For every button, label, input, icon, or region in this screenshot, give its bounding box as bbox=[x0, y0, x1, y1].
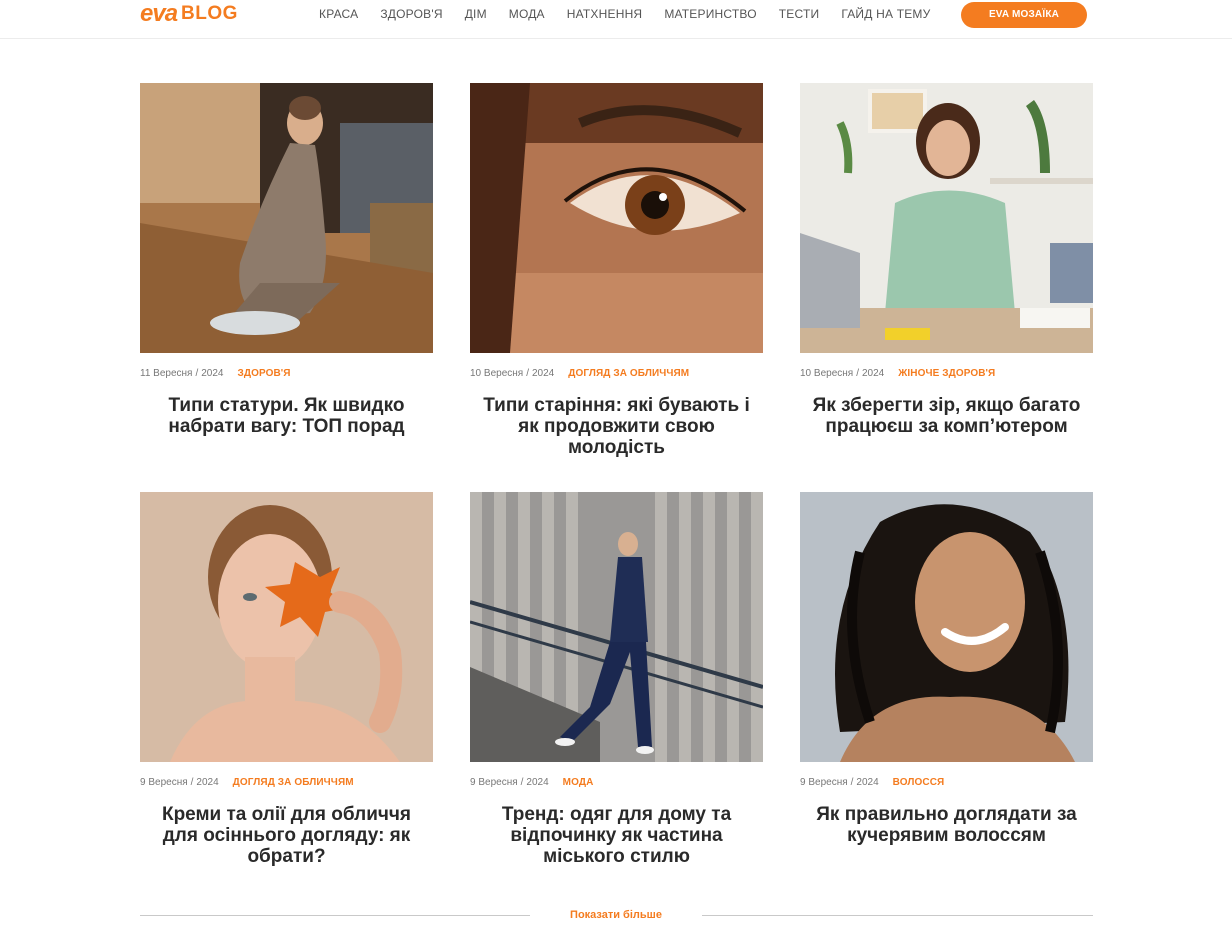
article-image-link[interactable] bbox=[470, 492, 763, 762]
article-category-link[interactable]: ДОГЛЯД ЗА ОБЛИЧЧЯМ bbox=[568, 368, 689, 380]
article-year: 2024 bbox=[531, 368, 555, 379]
logo-suffix: BLOG bbox=[181, 3, 238, 24]
site-logo[interactable]: eva BLOG bbox=[140, 1, 238, 27]
article-card: 9 Вересня/2024 ВОЛОССЯ Як правильно догл… bbox=[800, 492, 1093, 846]
site-header: eva BLOG КРАСА ЗДОРОВ'Я ДІМ МОДА НАТХНЕН… bbox=[0, 0, 1232, 39]
nav-item-materynstvo[interactable]: МАТЕРИНСТВО bbox=[664, 6, 756, 22]
divider-left bbox=[140, 915, 530, 916]
article-date: 11 Вересня bbox=[140, 368, 193, 379]
date-separator: / bbox=[856, 368, 859, 379]
article-date: 9 Вересня bbox=[470, 777, 518, 788]
article-year: 2024 bbox=[856, 777, 879, 788]
article-category-link[interactable]: ЗДОРОВ'Я bbox=[237, 368, 290, 380]
logo-brand-text: eva bbox=[140, 0, 178, 27]
load-more-row: Показати більше bbox=[140, 904, 1093, 926]
woman-at-desk-photo bbox=[800, 83, 1093, 353]
article-card: 10 Вересня/2024 ЖІНОЧЕ ЗДОРОВ'Я Як збере… bbox=[800, 83, 1093, 437]
date-separator: / bbox=[195, 368, 199, 379]
date-separator: / bbox=[190, 777, 194, 788]
article-card: 9 Вересня/2024 ДОГЛЯД ЗА ОБЛИЧЧЯМ Креми … bbox=[140, 492, 433, 867]
article-image-link[interactable] bbox=[470, 83, 763, 353]
nav-item-testy[interactable]: ТЕСТИ bbox=[779, 6, 820, 22]
article-image-link[interactable] bbox=[140, 492, 433, 762]
woman-on-scale-photo bbox=[140, 83, 433, 353]
article-image-link[interactable] bbox=[140, 83, 433, 353]
nav-item-dim[interactable]: ДІМ bbox=[465, 6, 487, 22]
article-year: 2024 bbox=[201, 368, 224, 379]
article-image-link[interactable] bbox=[800, 492, 1093, 762]
divider-right bbox=[702, 915, 1093, 916]
article-category-link[interactable]: ЖІНОЧЕ ЗДОРОВ'Я bbox=[898, 368, 995, 380]
article-meta: 9 Вересня/2024 ДОГЛЯД ЗА ОБЛИЧЧЯМ bbox=[140, 777, 433, 789]
article-title-link[interactable]: Як правильно доглядати за кучерявим воло… bbox=[800, 804, 1093, 846]
article-category-link[interactable]: МОДА bbox=[563, 777, 594, 789]
main-nav: КРАСА ЗДОРОВ'Я ДІМ МОДА НАТХНЕННЯ МАТЕРИ… bbox=[319, 6, 952, 22]
load-more-button[interactable]: Показати більше bbox=[540, 908, 692, 922]
woman-with-leaf-photo bbox=[140, 492, 433, 762]
date-separator: / bbox=[526, 368, 529, 379]
eva-mozaika-button[interactable]: EVA МОЗАЇКА bbox=[961, 2, 1087, 28]
nav-item-haid[interactable]: ГАЙД НА ТЕМУ bbox=[841, 6, 930, 22]
article-meta: 9 Вересня/2024 МОДА bbox=[470, 777, 763, 789]
nav-item-krasa[interactable]: КРАСА bbox=[319, 6, 358, 22]
nav-item-moda[interactable]: МОДА bbox=[509, 6, 545, 22]
eye-closeup-photo bbox=[470, 83, 763, 353]
article-year: 2024 bbox=[526, 777, 549, 788]
article-title-link[interactable]: Типи статури. Як швидко набрати вагу: ТО… bbox=[140, 395, 433, 437]
article-title-link[interactable]: Креми та олії для обличчя для осіннього … bbox=[140, 804, 433, 867]
article-year: 2024 bbox=[861, 368, 885, 379]
article-meta: 10 Вересня/2024 ЖІНОЧЕ ЗДОРОВ'Я bbox=[800, 368, 1093, 380]
article-category-link[interactable]: ДОГЛЯД ЗА ОБЛИЧЧЯМ bbox=[233, 777, 354, 789]
article-card: 9 Вересня/2024 МОДА Тренд: одяг для дому… bbox=[470, 492, 763, 867]
curly-hair-woman-photo bbox=[800, 492, 1093, 762]
article-card: 10 Вересня/2024 ДОГЛЯД ЗА ОБЛИЧЧЯМ Типи … bbox=[470, 83, 763, 458]
nav-item-zdorovia[interactable]: ЗДОРОВ'Я bbox=[380, 6, 442, 22]
article-image-link[interactable] bbox=[800, 83, 1093, 353]
article-title-link[interactable]: Як зберегти зір, якщо багато працюєш за … bbox=[800, 395, 1093, 437]
article-category-link[interactable]: ВОЛОССЯ bbox=[893, 777, 945, 789]
woman-on-stairs-photo bbox=[470, 492, 763, 762]
date-separator: / bbox=[520, 777, 524, 788]
article-meta: 11 Вересня/2024 ЗДОРОВ'Я bbox=[140, 368, 433, 380]
article-title-link[interactable]: Типи старіння: які бувають і як продовжи… bbox=[470, 395, 763, 458]
article-meta: 9 Вересня/2024 ВОЛОССЯ bbox=[800, 777, 1093, 789]
article-date: 9 Вересня bbox=[800, 777, 848, 788]
article-title-link[interactable]: Тренд: одяг для дому та відпочинку як ча… bbox=[470, 804, 763, 867]
article-date: 10 Вересня bbox=[470, 368, 524, 379]
article-card: 11 Вересня/2024 ЗДОРОВ'Я Типи статури. Я… bbox=[140, 83, 433, 437]
article-meta: 10 Вересня/2024 ДОГЛЯД ЗА ОБЛИЧЧЯМ bbox=[470, 368, 763, 380]
article-date: 9 Вересня bbox=[140, 777, 188, 788]
nav-item-natkhnennia[interactable]: НАТХНЕННЯ bbox=[567, 6, 643, 22]
article-date: 10 Вересня bbox=[800, 368, 854, 379]
logo-brand: eva bbox=[140, 0, 178, 27]
article-year: 2024 bbox=[196, 777, 219, 788]
date-separator: / bbox=[850, 777, 854, 788]
